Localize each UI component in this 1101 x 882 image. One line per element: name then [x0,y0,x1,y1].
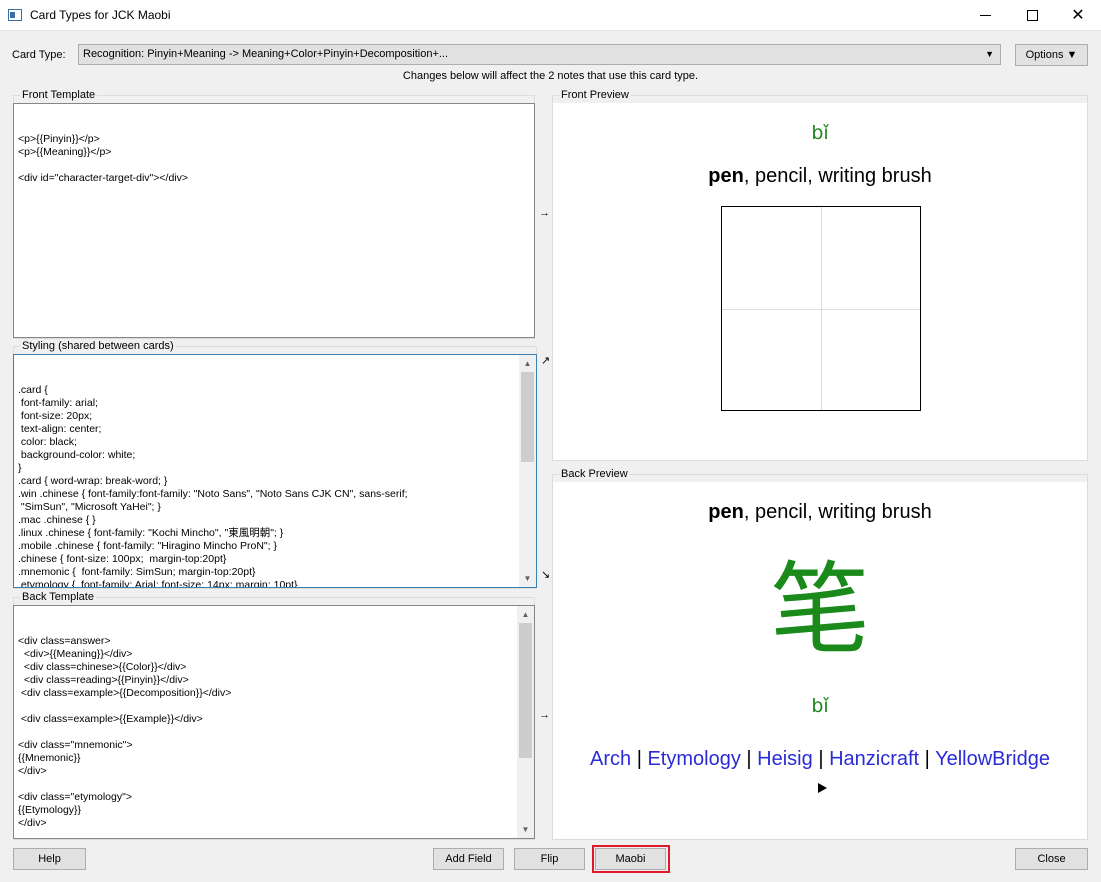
front-template-label: Front Template [20,89,98,101]
back-pinyin: bǐ [811,695,829,717]
styling-top-arrow-icon: ↗ [541,355,551,367]
back-meaning-keyword: pen [708,501,744,523]
back-meaning-rest: , pencil, writing brush [743,501,932,523]
dropdown-arrow-icon: ▼ [985,49,994,59]
window-title: Card Types for JCK Maobi [30,8,171,22]
front-preview-pane: bǐ pen, pencil, writing brush [553,103,1087,460]
notice-text: Changes below will affect the 2 notes th… [402,70,699,82]
back-preview-label: Back Preview [559,468,630,480]
play-audio-icon[interactable] [818,783,827,793]
app-icon [8,9,22,21]
link-arch[interactable]: Arch [590,748,631,770]
front-arrow-icon: → [539,207,550,219]
options-button[interactable]: Options ▼ [1015,44,1088,66]
close-icon: ✕ [1071,6,1085,24]
card-type-value: Recognition: Pinyin+Meaning -> Meaning+C… [83,48,449,60]
card-type-label: Card Type: [12,49,66,61]
styling-label: Styling (shared between cards) [20,340,176,352]
scroll-thumb[interactable] [521,372,534,462]
add-field-button[interactable]: Add Field [433,848,504,870]
back-template-scrollbar[interactable]: ▲ ▼ [517,606,534,838]
card-type-select[interactable]: Recognition: Pinyin+Meaning -> Meaning+C… [78,44,1001,65]
link-separator: | [636,748,642,770]
back-meaning: pen, pencil, writing brush [553,501,1087,524]
minimize-button[interactable] [962,0,1008,31]
front-pinyin: bǐ [811,122,829,144]
character-target-box[interactable] [721,206,921,411]
styling-text: .card { font-family: arial; font-size: 2… [18,384,408,588]
close-window-button[interactable]: ✕ [1055,0,1101,31]
front-preview-label: Front Preview [559,89,631,101]
link-separator: | [818,748,824,770]
link-separator: | [746,748,752,770]
front-meaning-keyword: pen [708,165,744,187]
grid-vertical-line [821,207,822,410]
maobi-highlight-frame [592,845,670,873]
help-button[interactable]: Help [13,848,86,870]
back-preview-pane: pen, pencil, writing brush 笔 bǐ Arch | E… [553,482,1087,839]
title-bar: Card Types for JCK Maobi ✕ [0,0,1101,31]
link-etymology[interactable]: Etymology [647,748,740,770]
minimize-icon [979,15,991,16]
scroll-down-icon[interactable]: ▼ [519,570,536,587]
maximize-icon [1026,10,1038,21]
styling-scrollbar[interactable]: ▲ ▼ [519,355,536,587]
styling-bottom-arrow-icon: ↘ [541,569,551,581]
dictionary-links: Arch | Etymology | Heisig | Hanzicraft |… [553,748,1087,771]
scroll-up-icon[interactable]: ▲ [519,355,536,372]
back-hanzi: 笔 [770,551,870,668]
flip-button[interactable]: Flip [514,848,585,870]
scroll-thumb[interactable] [519,623,532,758]
front-template-text: <p>{{Pinyin}}</p> <p>{{Meaning}}</p> <di… [18,133,188,184]
front-meaning-rest: , pencil, writing brush [743,165,932,187]
close-button[interactable]: Close [1015,848,1088,870]
back-template-text: <div class=answer> <div>{{Meaning}}</div… [18,635,232,829]
front-template-editor[interactable]: <p>{{Pinyin}}</p> <p>{{Meaning}}</p> <di… [13,103,535,338]
scroll-down-icon[interactable]: ▼ [517,821,534,838]
link-heisig[interactable]: Heisig [757,748,813,770]
front-meaning: pen, pencil, writing brush [553,165,1087,188]
link-yellowbridge[interactable]: YellowBridge [935,748,1050,770]
back-template-label: Back Template [20,591,96,603]
scroll-up-icon[interactable]: ▲ [517,606,534,623]
back-template-editor[interactable]: <div class=answer> <div>{{Meaning}}</div… [13,605,535,839]
link-hanzicraft[interactable]: Hanzicraft [829,748,919,770]
link-separator: | [924,748,930,770]
maximize-button[interactable] [1009,0,1055,31]
back-arrow-icon: → [539,709,550,721]
styling-editor[interactable]: .card { font-family: arial; font-size: 2… [13,354,537,588]
